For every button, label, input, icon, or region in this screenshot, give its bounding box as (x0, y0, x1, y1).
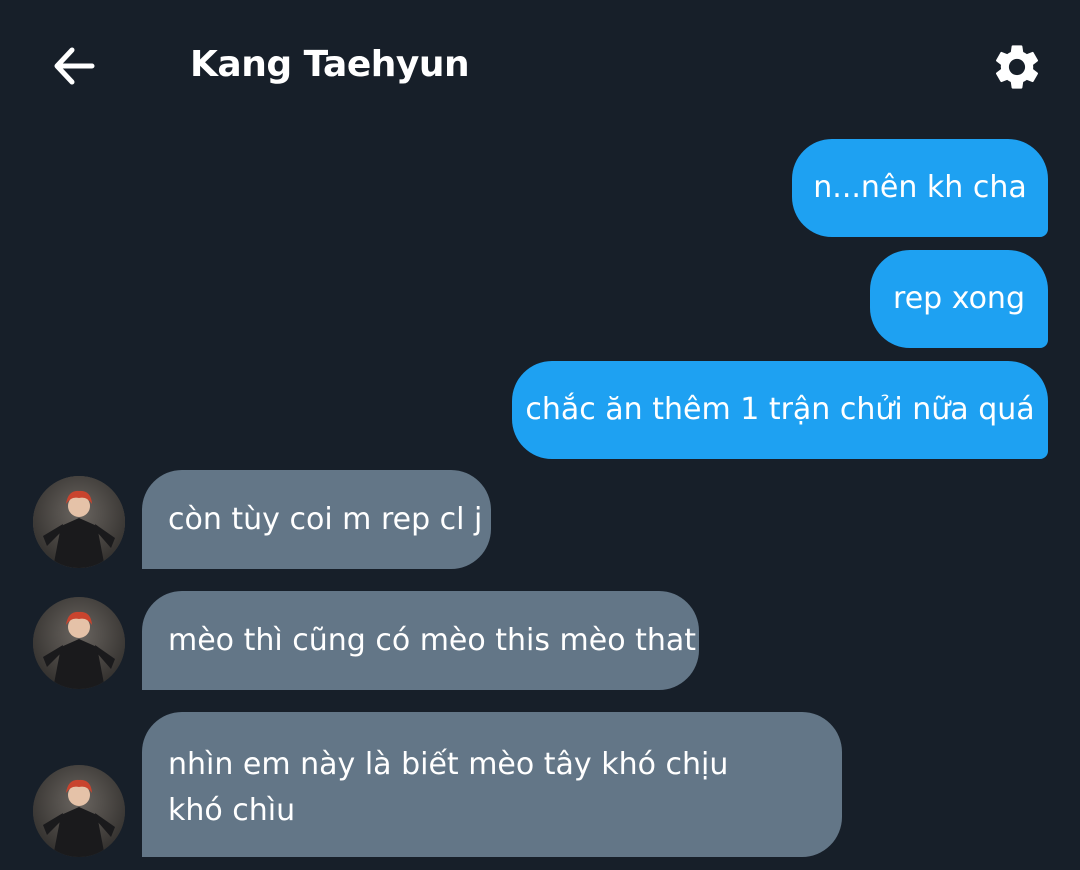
contact-avatar[interactable] (33, 765, 125, 857)
chat-screen: Kang Taehyun n...nên kh cha rep xong chắ… (0, 0, 1080, 870)
settings-button[interactable] (986, 36, 1048, 98)
contact-avatar[interactable] (33, 476, 125, 568)
contact-name: Kang Taehyun (190, 44, 470, 85)
avatar-image (33, 765, 125, 857)
chat-header: Kang Taehyun (0, 0, 1080, 135)
gear-icon (995, 45, 1039, 89)
avatar-image (33, 476, 125, 568)
message-text: chắc ăn thêm 1 trận chửi nữa quá (525, 392, 1035, 427)
avatar-image (33, 597, 125, 689)
arrow-left-icon (54, 47, 95, 85)
outgoing-message[interactable]: rep xong (870, 250, 1048, 348)
incoming-message[interactable]: mèo thì cũng có mèo this mèo that (142, 591, 699, 690)
message-text: nhìn em này là biết mèo tây khó chịu khó… (168, 747, 729, 828)
back-button[interactable] (44, 36, 104, 96)
outgoing-message[interactable]: n...nên kh cha (792, 139, 1048, 237)
message-text: mèo thì cũng có mèo this mèo that (168, 622, 697, 658)
outgoing-message[interactable]: chắc ăn thêm 1 trận chửi nữa quá (512, 361, 1048, 459)
message-text: rep xong (893, 281, 1025, 316)
incoming-message[interactable]: nhìn em này là biết mèo tây khó chịu khó… (142, 712, 842, 857)
message-text: n...nên kh cha (813, 170, 1027, 205)
contact-avatar[interactable] (33, 597, 125, 689)
incoming-message[interactable]: còn tùy coi m rep cl j (142, 470, 491, 569)
message-text: còn tùy coi m rep cl j (168, 501, 483, 537)
